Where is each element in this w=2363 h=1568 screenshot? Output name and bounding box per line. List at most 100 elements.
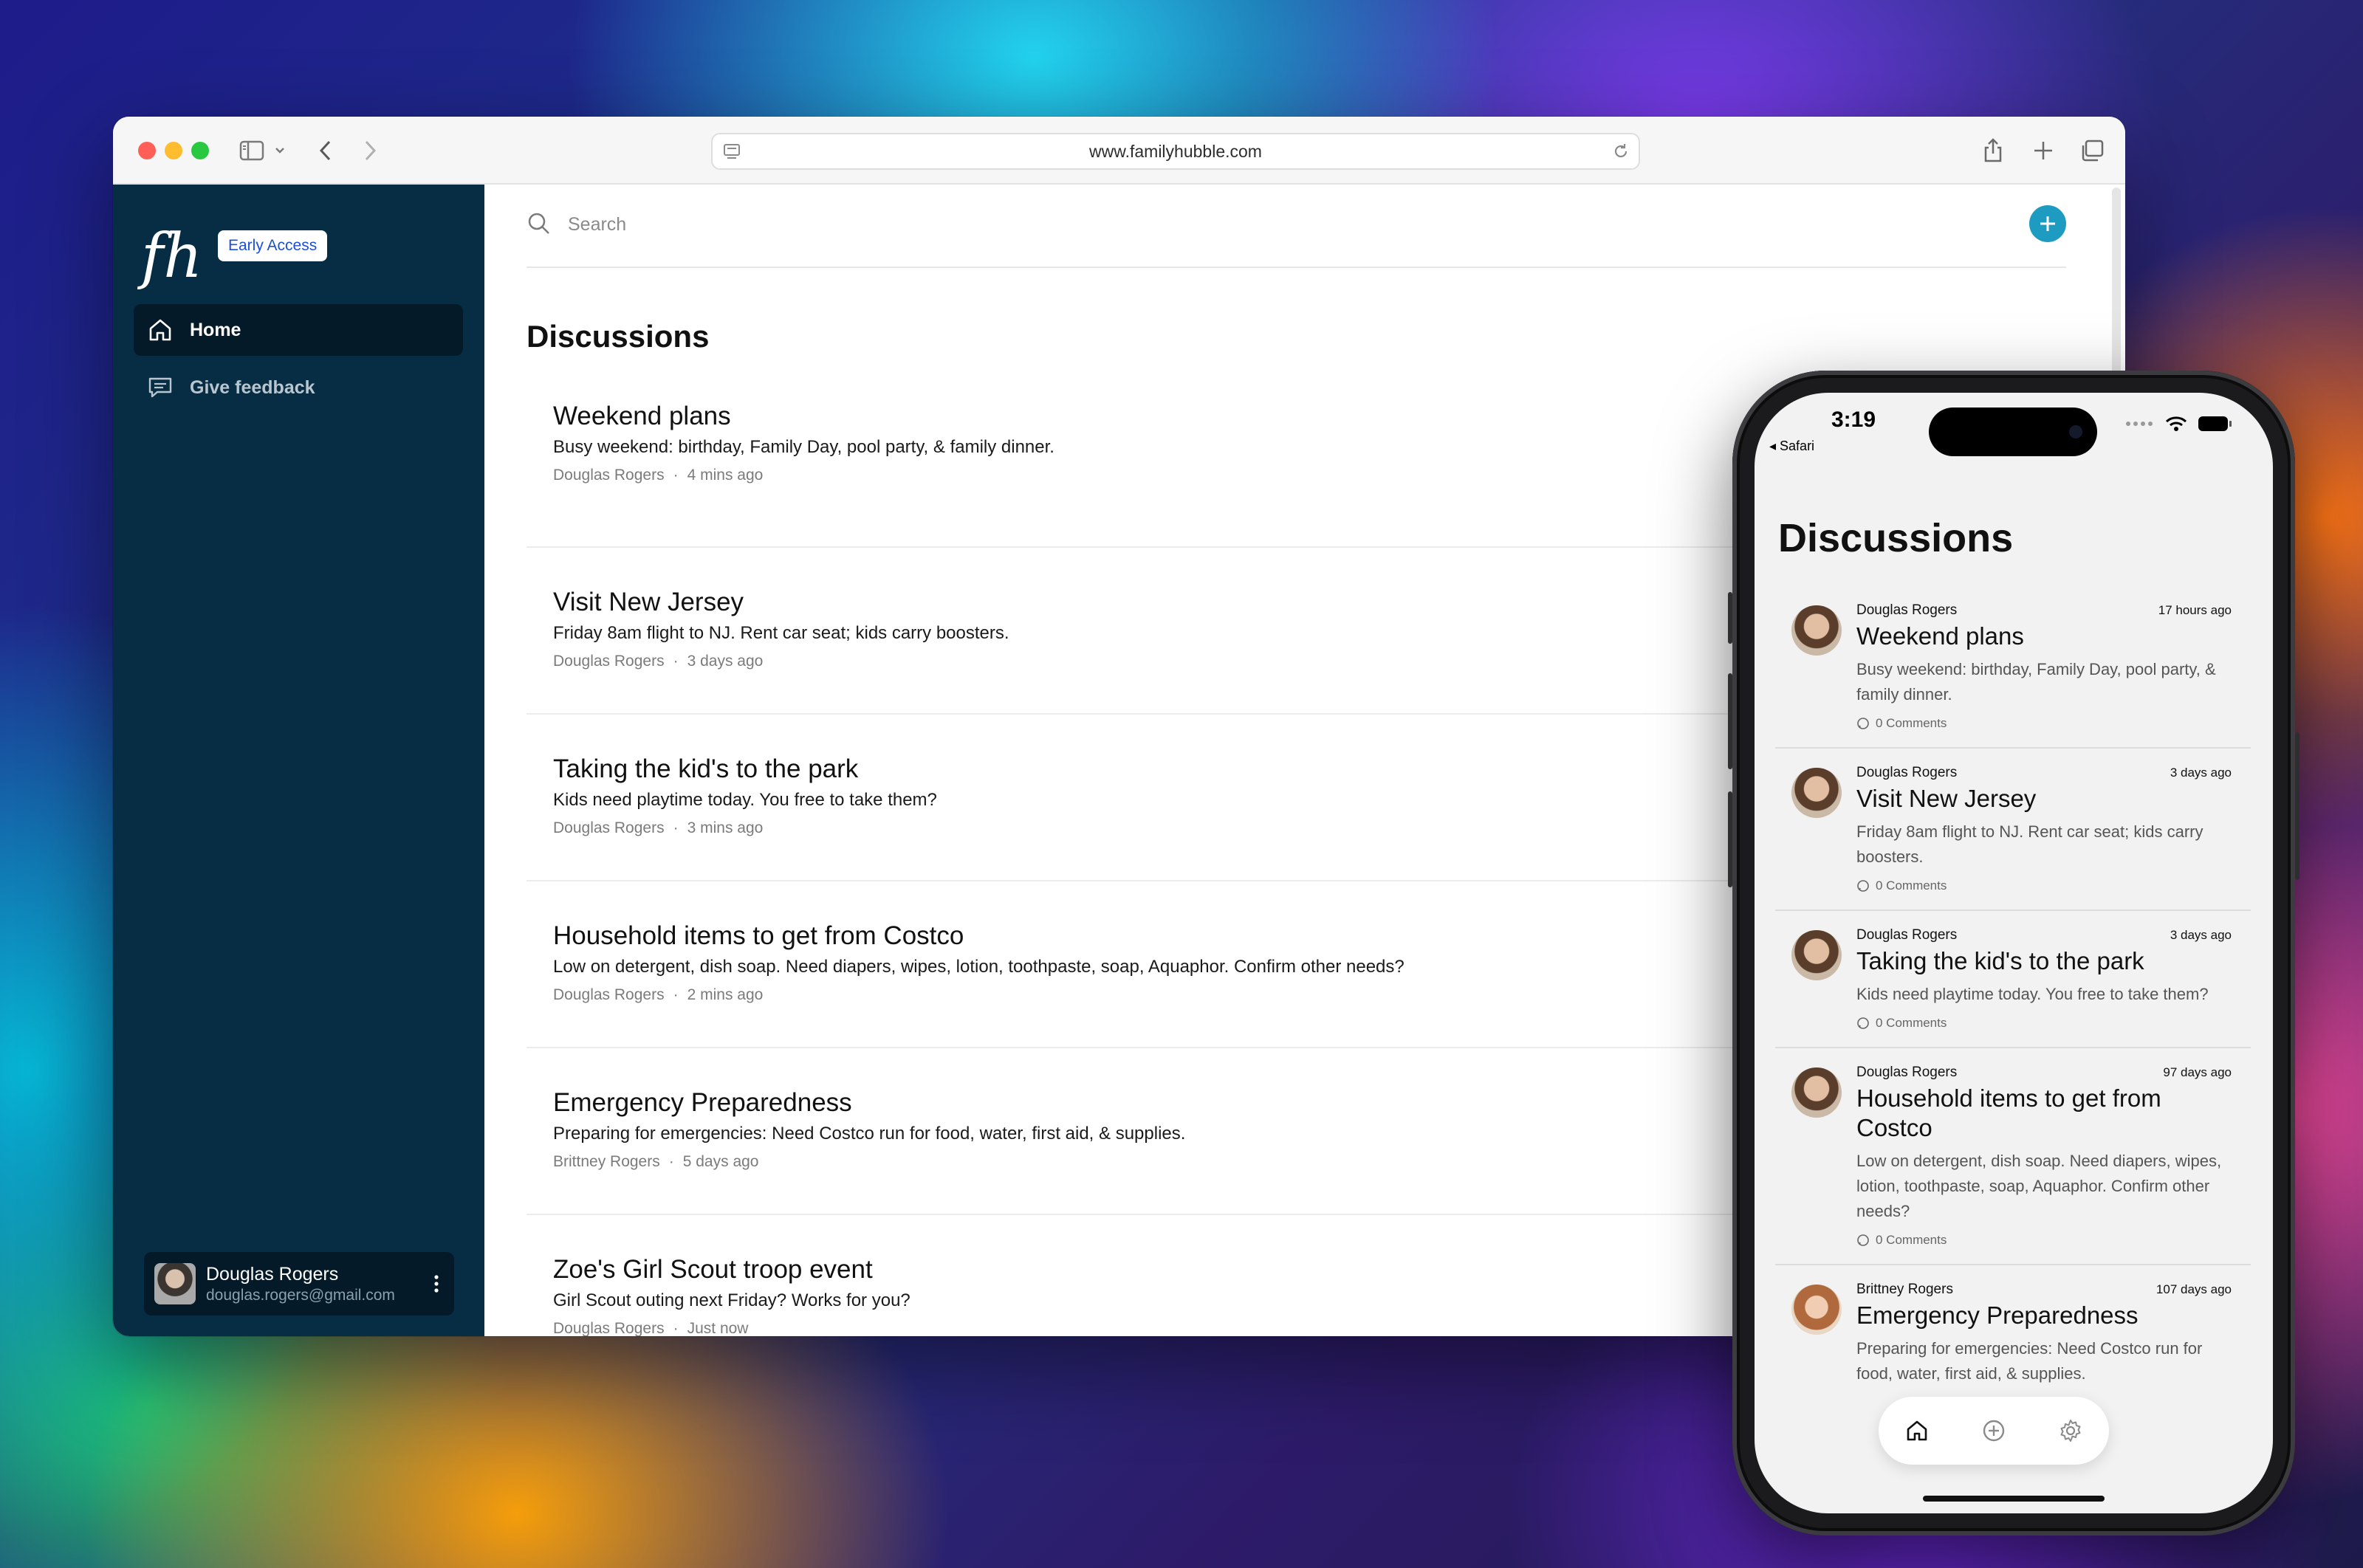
comments-label: 0 Comments (1876, 1233, 1947, 1247)
chat-icon (145, 373, 175, 402)
comment-icon (1857, 718, 1869, 729)
discussion-meta: Douglas Rogers · Just now (553, 1318, 1930, 1336)
sidebar-item-label: Home (190, 319, 241, 340)
wifi-icon (2165, 416, 2187, 431)
meta-separator: · (673, 819, 679, 836)
discussion-card[interactable]: Brittney Rogers 107 days ago Emergency Pr… (1775, 1265, 2251, 1403)
sidebar-item-label: Give feedback (190, 376, 315, 398)
phone-side-button (1728, 791, 1732, 887)
discussion-time: 3 mins ago (687, 819, 764, 836)
discussion-title[interactable]: Household items to get from Costco (553, 920, 1930, 952)
site-settings-icon[interactable] (721, 141, 742, 162)
comments-count[interactable]: 0 Comments (1856, 878, 2232, 893)
add-discussion-button[interactable] (2029, 205, 2066, 242)
discussion-title[interactable]: Household items to get from Costco (1856, 1084, 2232, 1143)
discussion-title[interactable]: Taking the kid's to the park (1856, 946, 2232, 976)
discussion-item[interactable]: Weekend plans Busy weekend: birthday, Fa… (527, 400, 1930, 548)
discussion-title[interactable]: Zoe's Girl Scout troop event (553, 1254, 1930, 1286)
discussion-title[interactable]: Taking the kid's to the park (553, 753, 1930, 785)
app-logo[interactable]: fh (141, 220, 208, 294)
new-tab-icon[interactable] (2028, 136, 2058, 165)
discussion-item[interactable]: Taking the kid's to the park Kids need p… (527, 715, 1930, 881)
discussion-title[interactable]: Weekend plans (553, 400, 1930, 433)
avatar (1791, 1067, 1842, 1118)
comments-count[interactable]: 0 Comments (1856, 1233, 2232, 1248)
discussion-item[interactable]: Zoe's Girl Scout troop event Girl Scout … (527, 1215, 1930, 1336)
discussion-description: Preparing for emergencies: Need Costco r… (1856, 1339, 2203, 1383)
phone-mockup: 3:19 ◂ Safari Discussions Douglas Rogers… (1728, 371, 2299, 1536)
gear-icon[interactable] (2052, 1412, 2089, 1449)
discussion-title[interactable]: Emergency Preparedness (1856, 1301, 2232, 1330)
tab-overview-icon[interactable] (2077, 136, 2107, 165)
more-options-icon[interactable] (426, 1271, 447, 1296)
discussion-author: Douglas Rogers (1856, 602, 1958, 618)
discussion-time: 3 days ago (687, 653, 764, 670)
page-title: Discussions (527, 319, 710, 354)
meta-separator: · (673, 467, 679, 484)
discussion-time: 2 mins ago (687, 986, 764, 1003)
discussion-author: Douglas Rogers (553, 653, 665, 670)
back-arrow-icon[interactable] (312, 136, 339, 165)
meta-separator: · (673, 653, 679, 670)
home-indicator (1923, 1496, 2105, 1502)
share-icon[interactable] (1978, 136, 2008, 165)
comments-label: 0 Comments (1876, 716, 1947, 730)
user-email: douglas.rogers@gmail.com (206, 1286, 395, 1304)
home-icon[interactable] (1899, 1412, 1935, 1449)
sidebar-item-give-feedback[interactable]: Give feedback (134, 362, 463, 413)
discussion-author: Brittney Rogers (1856, 1282, 1953, 1297)
meta-separator: · (668, 1153, 674, 1170)
user-account-card[interactable]: Douglas Rogers douglas.rogers@gmail.com (144, 1252, 454, 1316)
discussion-description: Kids need playtime today. You free to ta… (553, 790, 937, 810)
discussion-title[interactable]: Visit New Jersey (553, 586, 1930, 619)
forward-arrow-icon[interactable] (357, 136, 383, 165)
url-text: www.familyhubble.com (1089, 141, 1262, 161)
back-to-safari-link[interactable]: ◂ Safari (1769, 439, 1814, 454)
minimize-window-button[interactable] (165, 142, 182, 159)
battery-icon (2198, 416, 2232, 431)
user-info: Douglas Rogers douglas.rogers@gmail.com (206, 1264, 395, 1304)
discussion-author: Douglas Rogers (553, 1320, 665, 1336)
discussion-author: Douglas Rogers (553, 986, 665, 1003)
dynamic-island (1929, 408, 2097, 456)
discussion-description: Preparing for emergencies: Need Costco r… (553, 1124, 1186, 1144)
comments-count[interactable]: 0 Comments (1856, 716, 2232, 731)
avatar (154, 1263, 196, 1304)
comment-icon (1857, 880, 1869, 892)
early-access-badge: Early Access (218, 230, 328, 261)
avatar (1791, 768, 1842, 818)
comments-label: 0 Comments (1876, 1016, 1947, 1030)
discussion-time: 17 hours ago (2158, 603, 2232, 617)
plus-circle-icon[interactable] (1975, 1412, 2012, 1449)
discussion-card[interactable]: Douglas Rogers 97 days ago Household item… (1775, 1048, 2251, 1265)
search-input[interactable] (568, 210, 1011, 239)
chevron-down-icon[interactable] (271, 136, 289, 165)
avatar (1791, 605, 1842, 656)
bottom-tab-bar (1879, 1397, 2109, 1465)
phone-screen: 3:19 ◂ Safari Discussions Douglas Rogers… (1755, 393, 2273, 1513)
sidebar-item-home[interactable]: Home (134, 304, 463, 356)
discussion-title[interactable]: Emergency Preparedness (553, 1087, 1930, 1119)
discussion-title[interactable]: Weekend plans (1856, 622, 2232, 651)
close-window-button[interactable] (138, 142, 156, 159)
address-bar[interactable]: www.familyhubble.com (711, 133, 1640, 170)
discussion-author: Douglas Rogers (1856, 1065, 1958, 1080)
reload-icon[interactable] (1611, 141, 1631, 162)
discussion-description: Friday 8am flight to NJ. Rent car seat; … (1856, 822, 2203, 866)
discussion-card[interactable]: Douglas Rogers 3 days ago Visit New Jerse… (1775, 749, 2251, 911)
comment-icon (1857, 1234, 1869, 1246)
discussion-item[interactable]: Emergency Preparedness Preparing for eme… (527, 1048, 1930, 1215)
discussion-author: Douglas Rogers (1856, 765, 1958, 780)
discussion-list: Douglas Rogers 17 hours ago Weekend plans… (1775, 586, 2251, 1403)
discussion-description: Busy weekend: birthday, Family Day, pool… (553, 437, 1054, 457)
discussion-item[interactable]: Visit New Jersey Friday 8am flight to NJ… (527, 548, 1930, 715)
sidebar-toggle-icon[interactable] (237, 136, 267, 165)
comments-count[interactable]: 0 Comments (1856, 1016, 2232, 1031)
discussion-title[interactable]: Visit New Jersey (1856, 784, 2232, 814)
discussion-card[interactable]: Douglas Rogers 3 days ago Taking the kid'… (1775, 911, 2251, 1048)
meta-separator: · (673, 986, 679, 1003)
discussion-description: Low on detergent, dish soap. Need diaper… (1856, 1152, 2222, 1220)
discussion-item[interactable]: Household items to get from Costco Low o… (527, 881, 1930, 1048)
maximize-window-button[interactable] (191, 142, 209, 159)
discussion-card[interactable]: Douglas Rogers 17 hours ago Weekend plans… (1775, 586, 2251, 749)
